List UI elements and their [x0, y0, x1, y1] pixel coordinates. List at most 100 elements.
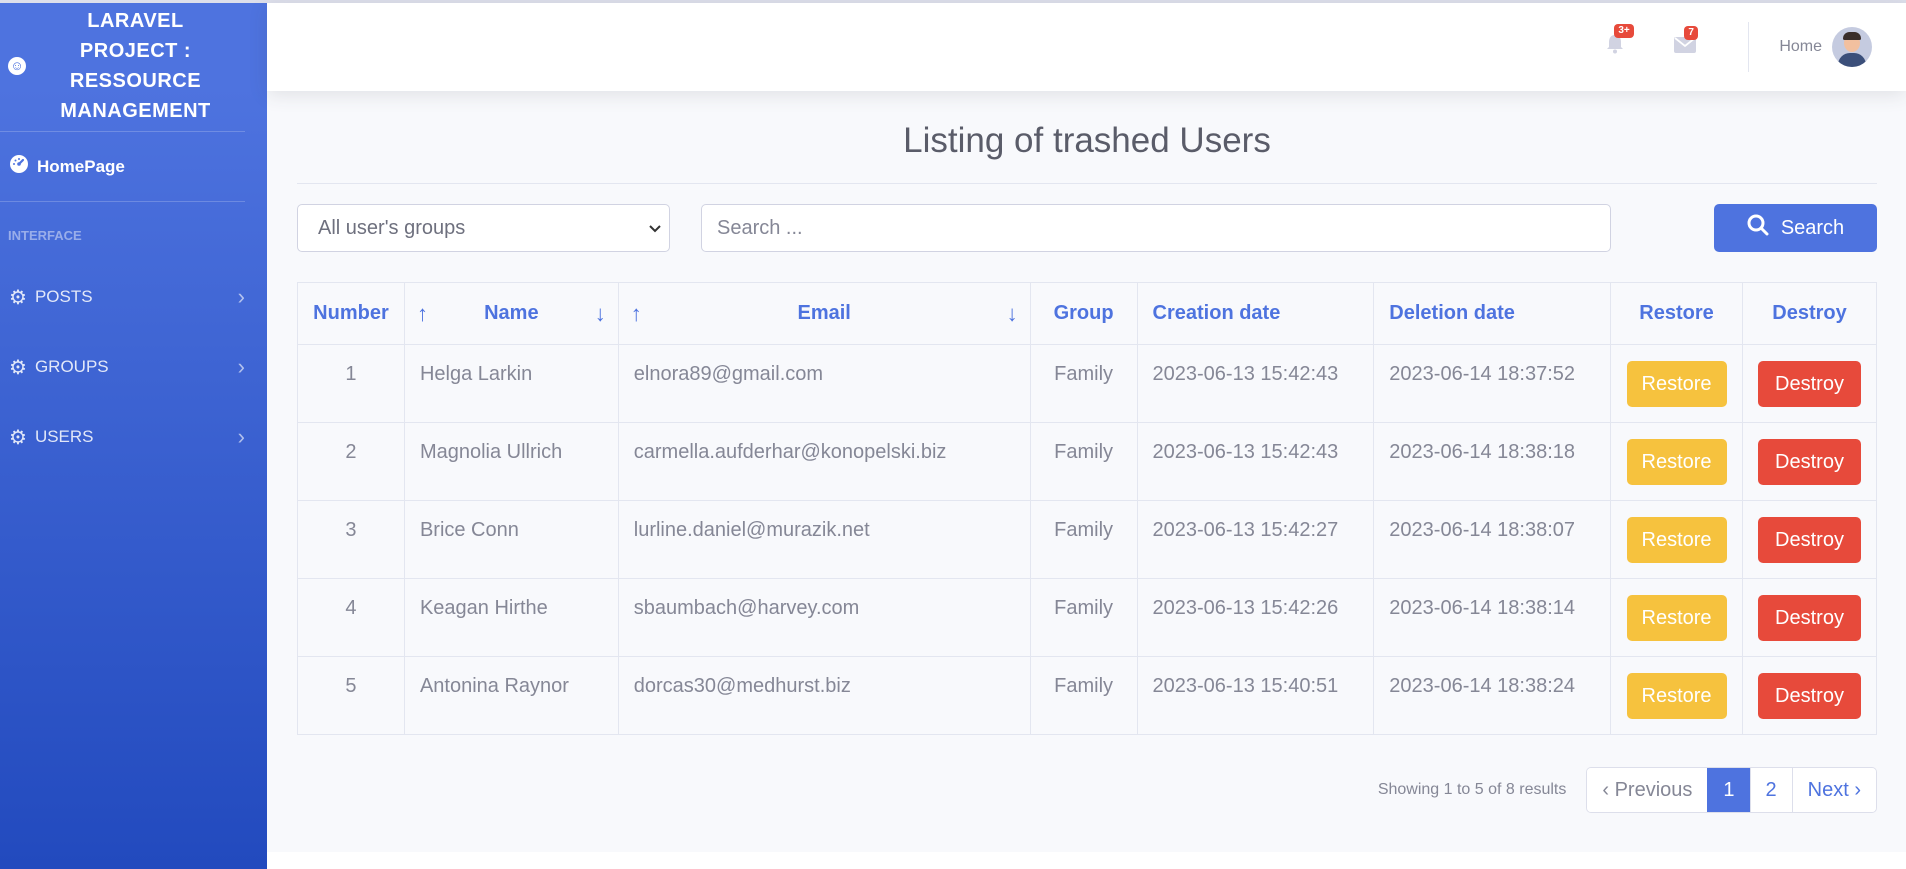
cell-destroy: Destroy [1742, 422, 1877, 501]
cell-deletion-date: 2023-06-14 18:38:07 [1373, 500, 1612, 579]
brand-line: PROJECT : [79, 39, 192, 62]
sidebar-item-label: POSTS [34, 287, 93, 306]
filter-bar: All user's groups Search [297, 204, 1877, 252]
header-email: ↑ Email ↓ [617, 282, 1031, 345]
group-select[interactable]: All user's groups [297, 204, 670, 252]
cell-destroy: Destroy [1742, 656, 1877, 735]
table-row: 5 Antonina Raynor dorcas30@medhurst.biz … [297, 656, 1877, 735]
next-page-button[interactable]: Next › [1791, 768, 1876, 812]
cell-creation-date: 2023-06-13 15:42:43 [1136, 344, 1375, 423]
cell-creation-date: 2023-06-13 15:42:26 [1136, 578, 1375, 657]
search-input[interactable] [701, 204, 1611, 252]
destroy-button[interactable]: Destroy [1758, 516, 1861, 563]
sidebar-heading: INTERFACE [8, 228, 82, 243]
pagination: ‹ Previous 1 2 Next › [1586, 767, 1877, 813]
cell-number: 1 [297, 344, 405, 423]
avatar[interactable] [1832, 27, 1872, 67]
topbar: 3+ 7 Home [267, 3, 1906, 91]
cell-destroy: Destroy [1742, 578, 1877, 657]
search-icon [1747, 214, 1781, 242]
messages-button[interactable]: 7 [1670, 25, 1700, 59]
footer [267, 852, 1906, 869]
cell-group: Family [1029, 344, 1138, 423]
table-row: 2 Magnolia Ullrich carmella.aufderhar@ko… [297, 422, 1877, 501]
cell-restore: Restore [1610, 422, 1743, 501]
sort-asc-icon[interactable]: ↑ [631, 301, 642, 327]
cell-restore: Restore [1610, 500, 1743, 579]
header-group: Group [1029, 282, 1138, 345]
cell-deletion-date: 2023-06-14 18:38:18 [1373, 422, 1612, 501]
group-select-value: All user's groups [318, 216, 466, 239]
sort-desc-icon[interactable]: ↓ [595, 301, 606, 327]
restore-button[interactable]: Restore [1626, 516, 1727, 563]
restore-button[interactable]: Restore [1626, 594, 1727, 641]
destroy-button[interactable]: Destroy [1758, 438, 1861, 485]
header-email-label: Email [797, 302, 851, 324]
cell-name: Brice Conn [403, 500, 619, 579]
cell-destroy: Destroy [1742, 500, 1877, 579]
sidebar: ☺ LARAVEL PROJECT : RESSOURCE MANAGEMENT… [0, 0, 267, 869]
header-number: Number [297, 282, 405, 345]
sidebar-item-posts[interactable]: ⚙ POSTS › [0, 262, 267, 332]
cell-group: Family [1029, 422, 1138, 501]
page-1-button[interactable]: 1 [1707, 768, 1750, 812]
previous-page-button[interactable]: ‹ Previous [1587, 768, 1708, 812]
sidebar-item-homepage[interactable]: HomePage [0, 132, 245, 202]
restore-button[interactable]: Restore [1626, 672, 1727, 719]
cell-name: Magnolia Ullrich [403, 422, 619, 501]
cell-number: 2 [297, 422, 405, 501]
search-button[interactable]: Search [1714, 204, 1877, 252]
destroy-button[interactable]: Destroy [1758, 594, 1861, 641]
search-button-label: Search [1780, 216, 1845, 239]
sidebar-item-users[interactable]: ⚙ USERS › [0, 402, 267, 472]
alerts-badge: 3+ [1614, 24, 1634, 38]
cell-group: Family [1029, 500, 1138, 579]
cell-deletion-date: 2023-06-14 18:38:14 [1373, 578, 1612, 657]
dashboard-icon [9, 154, 29, 180]
sort-asc-icon[interactable]: ↑ [417, 301, 428, 327]
cell-name: Helga Larkin [403, 344, 619, 423]
cell-deletion-date: 2023-06-14 18:38:24 [1373, 656, 1612, 735]
table-header-row: Number ↑ Name ↓ ↑ Email ↓ Group Creation… [297, 282, 1877, 345]
chevron-right-icon: › [237, 284, 245, 309]
cell-deletion-date: 2023-06-14 18:37:52 [1373, 344, 1612, 423]
restore-button[interactable]: Restore [1626, 438, 1727, 485]
user-menu-label[interactable]: Home [1779, 38, 1822, 56]
bell-icon [1606, 35, 1624, 59]
brand-line: MANAGEMENT [60, 99, 211, 122]
brand-line: RESSOURCE [69, 69, 202, 92]
header-name-label: Name [484, 302, 539, 324]
cell-email: sbaumbach@harvey.com [617, 578, 1031, 657]
alerts-button[interactable]: 3+ [1600, 24, 1634, 60]
sidebar-item-groups[interactable]: ⚙ GROUPS › [0, 332, 267, 402]
sidebar-brand[interactable]: ☺ LARAVEL PROJECT : RESSOURCE MANAGEMENT [0, 0, 245, 132]
pagination-row: Showing 1 to 5 of 8 results ‹ Previous 1… [297, 767, 1877, 813]
destroy-button[interactable]: Destroy [1758, 672, 1861, 719]
header-name: ↑ Name ↓ [403, 282, 619, 345]
cell-name: Keagan Hirthe [403, 578, 619, 657]
main-content: Listing of trashed Users All user's grou… [297, 91, 1877, 813]
cell-creation-date: 2023-06-13 15:42:27 [1136, 500, 1375, 579]
users-table: Number ↑ Name ↓ ↑ Email ↓ Group Creation… [297, 282, 1877, 735]
sidebar-item-label: HomePage [37, 156, 125, 176]
header-deletion-date: Deletion date [1373, 282, 1612, 345]
cell-restore: Restore [1610, 656, 1743, 735]
restore-button[interactable]: Restore [1626, 360, 1727, 407]
cell-group: Family [1029, 656, 1138, 735]
sort-desc-icon[interactable]: ↓ [1007, 301, 1018, 327]
brand-title: LARAVEL PROJECT : RESSOURCE MANAGEMENT [26, 6, 237, 126]
destroy-button[interactable]: Destroy [1758, 360, 1861, 407]
table-row: 1 Helga Larkin elnora89@gmail.com Family… [297, 344, 1877, 423]
page-2-button[interactable]: 2 [1749, 768, 1792, 812]
cell-email: lurline.daniel@murazik.net [617, 500, 1031, 579]
cell-destroy: Destroy [1742, 344, 1877, 423]
chevron-down-icon [649, 220, 661, 236]
gear-icon: ⚙ [9, 356, 27, 379]
page-title: Listing of trashed Users [297, 91, 1877, 184]
header-destroy: Destroy [1742, 282, 1877, 345]
chevron-right-icon: › [237, 354, 245, 379]
cell-email: elnora89@gmail.com [617, 344, 1031, 423]
cell-group: Family [1029, 578, 1138, 657]
messages-badge: 7 [1684, 25, 1698, 40]
cell-name: Antonina Raynor [403, 656, 619, 735]
